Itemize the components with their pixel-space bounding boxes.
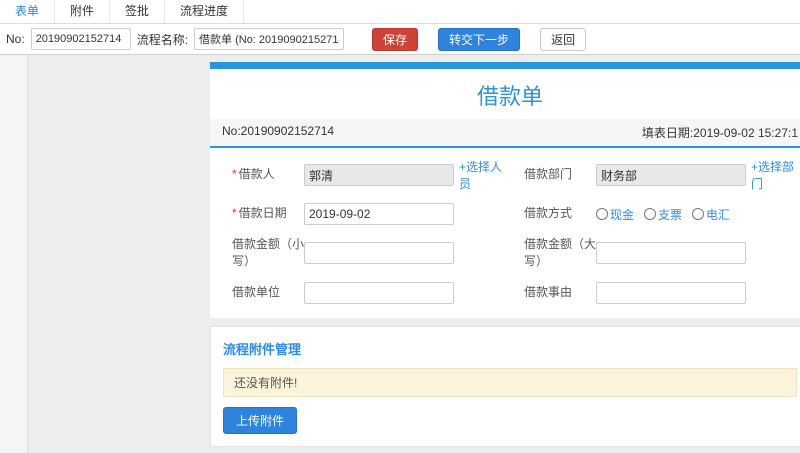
borrower-label: * 借款人 <box>232 167 275 182</box>
wire-radio[interactable] <box>692 208 705 220</box>
attachments-title: 流程附件管理 <box>223 341 302 357</box>
tab-bar: 表单 附件 签批 流程进度 <box>0 0 800 24</box>
department-label: 借款部门 <box>524 167 573 182</box>
save-button[interactable]: 保存 <box>372 27 419 51</box>
tab-attachments[interactable]: 附件 <box>55 0 111 23</box>
attachments-panel: 流程附件管理 还没有附件! 上传附件 <box>210 325 800 447</box>
tab-form[interactable]: 表单 <box>0 0 56 23</box>
back-button[interactable]: 返回 <box>540 27 587 51</box>
command-bar: No: 流程名称: 保存 转交下一步 返回 <box>0 24 800 55</box>
loan-date-label: * 借款日期 <box>232 206 287 221</box>
tab-sign[interactable]: 签批 <box>110 0 166 23</box>
process-name-input[interactable] <box>194 28 345 50</box>
method-option-wire[interactable]: 电汇 <box>692 206 730 223</box>
loan-reason-input[interactable] <box>596 281 746 304</box>
method-option-cash[interactable]: 现金 <box>596 206 634 223</box>
process-name-label: 流程名称: <box>136 32 189 47</box>
loan-method-options: 现金 支票 电汇 <box>596 206 800 223</box>
amount-upper-label: 借款金额（大写） <box>524 237 597 269</box>
cheque-radio[interactable] <box>644 208 657 220</box>
no-attachments-notice: 还没有附件! <box>223 367 797 397</box>
left-collapsed-strip <box>0 55 28 453</box>
select-department-link[interactable]: +选择部门 <box>751 158 800 192</box>
panel-accent-bar <box>210 62 800 69</box>
amount-upper-input[interactable] <box>596 242 746 265</box>
tab-progress[interactable]: 流程进度 <box>165 0 245 23</box>
loan-method-label: 借款方式 <box>524 206 573 221</box>
loan-unit-label: 借款单位 <box>232 285 281 300</box>
loan-reason-label: 借款事由 <box>524 285 573 300</box>
loan-unit-input[interactable] <box>304 281 454 304</box>
form-date: 填表日期:2019-09-02 15:27:1 <box>641 126 798 140</box>
loan-form-panel: 借款单 No:20190902152714 填表日期:2019-09-02 15… <box>210 62 800 318</box>
select-person-link[interactable]: +选择人员 <box>459 158 508 192</box>
upload-attachment-button[interactable]: 上传附件 <box>223 406 298 434</box>
borrower-input[interactable] <box>304 164 454 186</box>
no-label: No: <box>6 32 25 46</box>
form-fields: *借款人 +选择人员 借款部门 +选择部门 *借款日期 借款 <box>210 148 800 318</box>
department-input[interactable] <box>596 164 746 186</box>
method-option-cheque[interactable]: 支票 <box>644 206 682 223</box>
loan-date-input[interactable] <box>304 203 454 225</box>
next-step-button[interactable]: 转交下一步 <box>438 27 521 51</box>
workspace: 借款单 No:20190902152714 填表日期:2019-09-02 15… <box>0 55 800 453</box>
required-mark: * <box>232 206 237 221</box>
amount-lower-label: 借款金额（小写） <box>232 237 305 269</box>
form-number: No:20190902152714 <box>222 124 335 138</box>
amount-lower-input[interactable] <box>304 242 454 265</box>
no-input[interactable] <box>30 28 131 50</box>
required-mark: * <box>232 167 237 182</box>
page-title: 借款单 <box>476 84 543 109</box>
form-meta-bar: No:20190902152714 填表日期:2019-09-02 15:27:… <box>210 119 800 148</box>
cash-radio[interactable] <box>596 208 608 220</box>
